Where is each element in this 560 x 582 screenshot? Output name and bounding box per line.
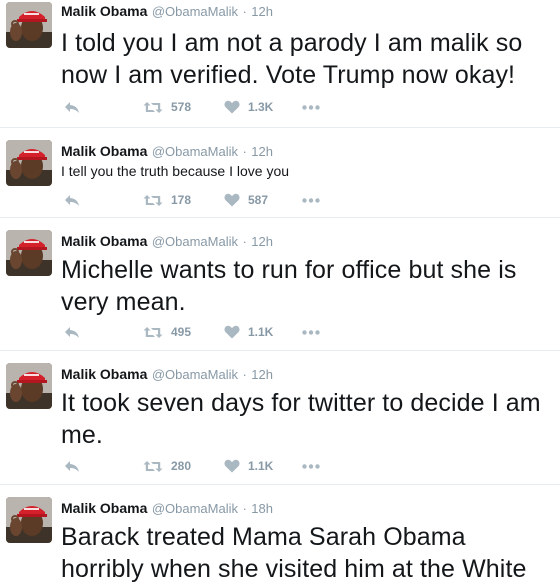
avatar[interactable] xyxy=(6,2,52,48)
tweet-header: Malik Obama @ObamaMalik · 18h xyxy=(61,497,554,519)
tweet-content: Malik Obama @ObamaMalik · 12h Michelle w… xyxy=(61,230,554,318)
retweet-icon xyxy=(143,101,163,113)
retweet-button[interactable]: 280 xyxy=(143,456,191,476)
reply-button[interactable] xyxy=(64,322,80,342)
like-count: 1.1K xyxy=(248,459,274,473)
reply-button[interactable] xyxy=(64,456,80,476)
more-button[interactable] xyxy=(302,190,320,210)
retweet-button[interactable]: 578 xyxy=(143,97,191,117)
tweet-text: Michelle wants to run for office but she… xyxy=(61,256,524,316)
like-button[interactable]: 1.1K xyxy=(224,456,273,476)
heart-icon xyxy=(224,100,240,114)
avatar-image xyxy=(6,230,52,276)
more-button[interactable] xyxy=(302,456,320,476)
tweet-actions: 178 587 xyxy=(61,190,361,210)
user-handle[interactable]: @ObamaMalik xyxy=(152,144,238,159)
retweet-button[interactable]: 178 xyxy=(143,190,191,210)
retweet-icon xyxy=(143,194,163,206)
retweet-icon xyxy=(143,460,163,472)
avatar-image xyxy=(6,2,52,48)
separator-dot: · xyxy=(242,501,247,516)
user-fullname[interactable]: Malik Obama xyxy=(61,143,147,159)
more-button[interactable] xyxy=(302,97,320,117)
tweet-text: It took seven days for twitter to decide… xyxy=(61,389,548,449)
like-count: 587 xyxy=(248,193,269,207)
reply-button[interactable] xyxy=(64,190,80,210)
retweet-button[interactable]: 495 xyxy=(143,322,191,342)
more-icon xyxy=(302,197,320,203)
avatar[interactable] xyxy=(6,497,52,543)
avatar[interactable] xyxy=(6,230,52,276)
tweet-text: I tell you the truth because I love you xyxy=(61,163,290,179)
reply-icon xyxy=(65,460,79,472)
like-button[interactable]: 587 xyxy=(224,190,268,210)
retweet-count: 495 xyxy=(171,325,192,339)
reply-button[interactable] xyxy=(64,97,80,117)
tweet-content: Malik Obama @ObamaMalik · 12h I tell you… xyxy=(61,140,554,180)
tweet-actions: 280 1.1K xyxy=(61,456,361,476)
reply-icon xyxy=(65,326,79,338)
retweet-count: 578 xyxy=(171,100,192,114)
tweet-timestamp[interactable]: 12h xyxy=(251,144,273,159)
retweet-icon xyxy=(143,326,163,338)
tweet-content: Malik Obama @ObamaMalik · 12h It took se… xyxy=(61,363,554,451)
tweet-header: Malik Obama @ObamaMalik · 12h xyxy=(61,230,554,252)
tweet[interactable]: Malik Obama @ObamaMalik · 12h It took se… xyxy=(0,351,560,485)
like-count: 1.3K xyxy=(248,100,274,114)
tweet-text: Barack treated Mama Sarah Obama horribly… xyxy=(61,523,527,582)
more-icon xyxy=(302,329,320,335)
avatar-image xyxy=(6,140,52,186)
separator-dot: · xyxy=(242,234,247,249)
more-icon xyxy=(302,104,320,110)
tweet-header: Malik Obama @ObamaMalik · 12h xyxy=(61,363,554,385)
like-button[interactable]: 1.3K xyxy=(224,97,273,117)
separator-dot: · xyxy=(242,144,247,159)
tweet-timestamp[interactable]: 12h xyxy=(251,367,273,382)
tweet-header: Malik Obama @ObamaMalik · 12h xyxy=(61,140,554,162)
tweet-actions: 578 1.3K xyxy=(61,97,361,117)
tweet-timeline: Malik Obama @ObamaMalik · 12h I told you… xyxy=(0,0,560,582)
tweet[interactable]: Malik Obama @ObamaMalik · 12h I tell you… xyxy=(0,128,560,218)
user-fullname[interactable]: Malik Obama xyxy=(61,3,147,19)
tweet-header: Malik Obama @ObamaMalik · 12h xyxy=(61,0,554,22)
user-fullname[interactable]: Malik Obama xyxy=(61,500,147,516)
user-handle[interactable]: @ObamaMalik xyxy=(152,501,238,516)
tweet[interactable]: Malik Obama @ObamaMalik · 12h Michelle w… xyxy=(0,218,560,351)
tweet-content: Malik Obama @ObamaMalik · 12h I told you… xyxy=(61,0,554,91)
heart-icon xyxy=(224,325,240,339)
tweet-timestamp[interactable]: 18h xyxy=(251,501,273,516)
like-button[interactable]: 1.1K xyxy=(224,322,273,342)
avatar-image xyxy=(6,363,52,409)
reply-icon xyxy=(65,194,79,206)
tweet[interactable]: Malik Obama @ObamaMalik · 12h I told you… xyxy=(0,0,560,128)
separator-dot: · xyxy=(242,4,247,19)
tweet-actions: 495 1.1K xyxy=(61,322,361,342)
heart-icon xyxy=(224,459,240,473)
tweet[interactable]: Malik Obama @ObamaMalik · 18h Barack tre… xyxy=(0,485,560,582)
retweet-count: 178 xyxy=(171,193,192,207)
user-handle[interactable]: @ObamaMalik xyxy=(152,234,238,249)
user-fullname[interactable]: Malik Obama xyxy=(61,366,147,382)
like-count: 1.1K xyxy=(248,325,274,339)
avatar[interactable] xyxy=(6,140,52,186)
tweet-timestamp[interactable]: 12h xyxy=(251,4,273,19)
retweet-count: 280 xyxy=(171,459,192,473)
reply-icon xyxy=(65,101,79,113)
user-handle[interactable]: @ObamaMalik xyxy=(152,4,238,19)
tweet-timestamp[interactable]: 12h xyxy=(251,234,273,249)
more-button[interactable] xyxy=(302,322,320,342)
avatar-image xyxy=(6,497,52,543)
avatar[interactable] xyxy=(6,363,52,409)
separator-dot: · xyxy=(242,367,247,382)
tweet-content: Malik Obama @ObamaMalik · 18h Barack tre… xyxy=(61,497,554,582)
user-fullname[interactable]: Malik Obama xyxy=(61,233,147,249)
user-handle[interactable]: @ObamaMalik xyxy=(152,367,238,382)
tweet-text: I told you I am not a parody I am malik … xyxy=(61,29,530,89)
more-icon xyxy=(302,463,320,469)
heart-icon xyxy=(224,193,240,207)
